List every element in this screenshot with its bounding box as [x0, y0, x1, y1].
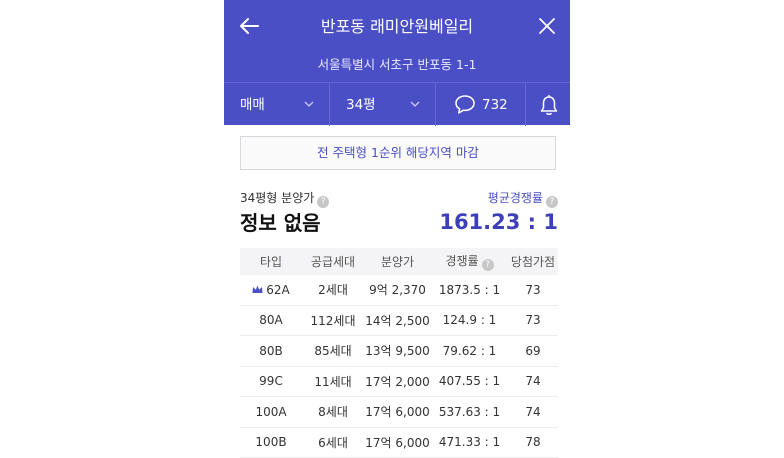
col-header-rate-label: 경쟁률 — [445, 254, 479, 268]
close-icon[interactable] — [536, 15, 558, 37]
supply-cell: 2세대 — [302, 275, 364, 306]
supply-cell: 8세대 — [302, 396, 364, 428]
col-header-rate: 경쟁률? — [431, 248, 508, 275]
speech-bubble-icon — [455, 95, 475, 114]
alarm-button[interactable] — [525, 83, 570, 126]
rate-value: 161.23 : 1 — [439, 210, 558, 234]
chevron-down-icon — [410, 101, 420, 107]
help-icon[interactable]: ? — [481, 259, 494, 271]
score-cell: 78 — [508, 427, 558, 458]
page-title: 반포동 래미안원베일리 — [320, 17, 474, 36]
rate-label-group: 평균경쟁률? — [488, 190, 558, 208]
supply-cell: 112세대 — [302, 305, 364, 336]
table-row: 80B 85세대 13억 9,500 79.62 : 1 69 — [240, 335, 558, 367]
deal-type-select[interactable]: 매매 — [224, 83, 329, 126]
help-icon[interactable]: ? — [546, 196, 558, 208]
supply-cell: 85세대 — [302, 335, 364, 367]
score-cell: 73 — [508, 305, 558, 336]
supply-cell: 6세대 — [302, 427, 364, 458]
col-header-score: 당첨가점 — [508, 248, 558, 275]
supply-cell: 11세대 — [302, 366, 364, 397]
supply-table: 타입 공급세대 분양가 경쟁률? 당첨가점 62A 2세대 9억 2,370 1… — [240, 248, 558, 458]
table-row: 100B 6세대 17억 6,000 471.33 : 1 78 — [240, 427, 558, 458]
price-label-group: 34평형 분양가? — [240, 190, 330, 208]
price-cell: 17억 6,000 — [364, 427, 431, 458]
header: 반포동 래미안원베일리 서울특별시 서초구 반포동 1-1 매매 34평 732 — [224, 0, 570, 126]
type-label: 62A — [266, 282, 290, 297]
type-cell: 80B — [240, 335, 302, 367]
address-text: 서울특별시 서초구 반포동 1-1 — [317, 57, 477, 72]
type-cell: 99C — [240, 366, 302, 397]
price-cell: 17억 2,000 — [364, 366, 431, 397]
rate-cell: 124.9 : 1 — [431, 305, 508, 336]
rate-cell: 1873.5 : 1 — [431, 275, 508, 306]
price-cell: 17억 6,000 — [364, 396, 431, 428]
rate-cell: 79.62 : 1 — [431, 335, 508, 367]
table-row: 99C 11세대 17억 2,000 407.55 : 1 74 — [240, 366, 558, 397]
crown-icon — [252, 285, 263, 293]
price-cell: 13억 9,500 — [364, 335, 431, 367]
price-cell: 14억 2,500 — [364, 305, 431, 336]
type-cell: 62A — [240, 275, 302, 306]
size-label: 34평 — [346, 97, 376, 113]
price-value: 정보 없음 — [240, 211, 321, 235]
price-label: 34평형 분양가 — [240, 191, 315, 205]
bell-icon — [540, 95, 558, 115]
type-cell: 100A — [240, 396, 302, 428]
rate-label: 평균경쟁률 — [487, 191, 543, 205]
col-header-type: 타입 — [240, 248, 302, 275]
comment-count: 732 — [482, 97, 508, 113]
type-cell: 100B — [240, 427, 302, 458]
score-cell: 73 — [508, 275, 558, 306]
table-header-row: 타입 공급세대 분양가 경쟁률? 당첨가점 — [240, 248, 558, 275]
table-row: 62A 2세대 9억 2,370 1873.5 : 1 73 — [240, 275, 558, 306]
filter-bar: 매매 34평 732 — [224, 82, 570, 126]
col-header-supply: 공급세대 — [302, 248, 364, 275]
size-select[interactable]: 34평 — [329, 83, 435, 126]
score-cell: 69 — [508, 335, 558, 367]
deal-type-label: 매매 — [240, 97, 265, 113]
comment-button[interactable]: 732 — [435, 83, 525, 126]
score-cell: 74 — [508, 396, 558, 428]
score-cell: 74 — [508, 366, 558, 397]
rate-cell: 471.33 : 1 — [431, 427, 508, 458]
back-arrow-icon[interactable] — [238, 15, 260, 37]
table-row: 80A 112세대 14억 2,500 124.9 : 1 73 — [240, 305, 558, 336]
help-icon[interactable]: ? — [317, 196, 330, 208]
col-header-price: 분양가 — [364, 248, 431, 275]
rate-cell: 537.63 : 1 — [431, 396, 508, 428]
price-cell: 9억 2,370 — [364, 275, 431, 306]
table-row: 100A 8세대 17억 6,000 537.63 : 1 74 — [240, 396, 558, 428]
chevron-down-icon — [304, 101, 314, 107]
rate-cell: 407.55 : 1 — [431, 366, 508, 397]
type-cell: 80A — [240, 305, 302, 336]
apartment-detail-panel: 반포동 래미안원베일리 서울특별시 서초구 반포동 1-1 매매 34평 732… — [224, 0, 570, 458]
subscription-notice: 전 주택형 1순위 해당지역 마감 — [240, 136, 556, 170]
